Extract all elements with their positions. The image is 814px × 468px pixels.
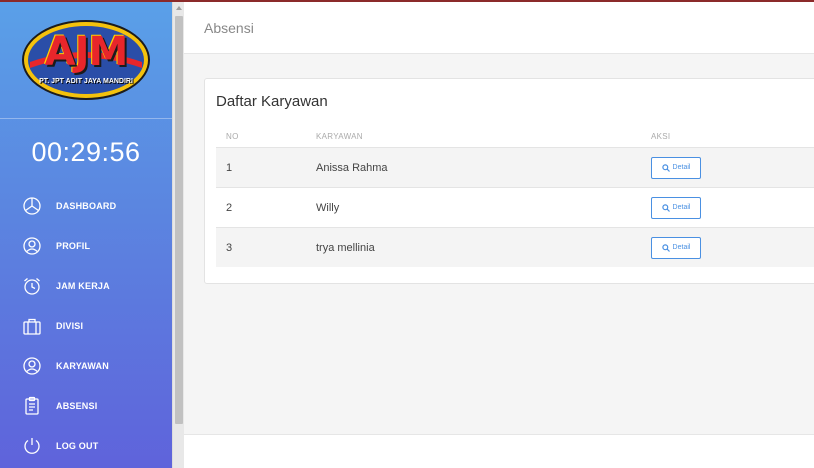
- column-header-aksi: AKSI: [651, 131, 671, 141]
- main-content: Absensi Daftar Karyawan NO KARYAWAN AKSI…: [184, 2, 814, 468]
- action-cell: Detail: [649, 156, 814, 179]
- power-icon: [22, 436, 42, 456]
- column-header-karyawan: KARYAWAN: [316, 131, 363, 141]
- sidebar-item-profil[interactable]: PROFIL: [0, 226, 172, 266]
- employee-list-card: Daftar Karyawan NO KARYAWAN AKSI 1 Aniss…: [204, 78, 814, 284]
- sidebar-item-dashboard[interactable]: DASHBOARD: [0, 186, 172, 226]
- sidebar-item-divisi[interactable]: DIVISI: [0, 306, 172, 346]
- employee-name: Anissa Rahma: [316, 161, 388, 174]
- sidebar-item-label: LOG OUT: [56, 441, 99, 451]
- sidebar-item-label: JAM KERJA: [56, 281, 110, 291]
- row-number: 3: [226, 241, 233, 254]
- scroll-up-arrow-icon[interactable]: [176, 6, 182, 10]
- clock-display: 00:29:56: [31, 137, 141, 167]
- user-circle-icon: [22, 356, 42, 376]
- sidebar-item-label: KARYAWAN: [56, 361, 109, 371]
- detail-button[interactable]: Detail: [651, 156, 701, 179]
- page-footer: [184, 434, 814, 468]
- search-icon: [661, 163, 670, 172]
- row-number: 1: [226, 161, 233, 174]
- action-cell: Detail: [649, 236, 814, 259]
- row-number: 2: [226, 201, 233, 214]
- detail-button-label: Detail: [672, 164, 691, 171]
- sidebar-scrollbar[interactable]: [172, 2, 184, 468]
- logo-subtitle: PT. JPT ADIT JAYA MANDIRI: [39, 78, 133, 85]
- search-icon: [661, 203, 670, 212]
- logo-area: AJM PT. JPT ADIT JAYA MANDIRI: [0, 2, 172, 119]
- card-title: Daftar Karyawan: [216, 93, 328, 110]
- clipboard-icon: [22, 396, 42, 416]
- scrollbar-thumb[interactable]: [175, 16, 183, 424]
- detail-button-label: Detail: [672, 204, 691, 211]
- logo-text: AJM: [44, 29, 129, 75]
- page-header: Absensi: [184, 2, 814, 54]
- sidebar-item-absensi[interactable]: ABSENSI: [0, 386, 172, 426]
- sidebar-item-karyawan[interactable]: KARYAWAN: [0, 346, 172, 386]
- sidebar-item-label: DASHBOARD: [56, 201, 117, 211]
- table-row: 2 Willy Detail: [216, 187, 814, 227]
- pie-chart-icon: [22, 196, 42, 216]
- alarm-clock-icon: [22, 276, 42, 296]
- detail-button[interactable]: Detail: [651, 196, 701, 219]
- sidebar-item-label: ABSENSI: [56, 401, 98, 411]
- action-cell: Detail: [649, 196, 814, 219]
- user-circle-icon: [22, 236, 42, 256]
- table-header: NO KARYAWAN AKSI: [216, 125, 814, 147]
- sidebar-item-log-out[interactable]: LOG OUT: [0, 426, 172, 466]
- table-row: 1 Anissa Rahma Detail: [216, 147, 814, 187]
- column-header-no: NO: [226, 131, 239, 141]
- employee-name: trya mellinia: [316, 241, 375, 254]
- detail-button[interactable]: Detail: [651, 236, 701, 259]
- app-window: AJM PT. JPT ADIT JAYA MANDIRI 00:29:56 D…: [0, 0, 814, 468]
- detail-button-label: Detail: [672, 244, 691, 251]
- sidebar-item-jam-kerja[interactable]: JAM KERJA: [0, 266, 172, 306]
- search-icon: [661, 243, 670, 252]
- employee-table: NO KARYAWAN AKSI 1 Anissa Rahma Detail 2…: [216, 125, 814, 267]
- sidebar-item-label: PROFIL: [56, 241, 91, 251]
- company-logo[interactable]: AJM PT. JPT ADIT JAYA MANDIRI: [20, 18, 152, 102]
- page-title: Absensi: [204, 19, 254, 36]
- sidebar: AJM PT. JPT ADIT JAYA MANDIRI 00:29:56 D…: [0, 2, 172, 468]
- sidebar-nav: DASHBOARD PROFIL JAM KERJA DIVISI KARYAW…: [0, 186, 172, 466]
- briefcase-icon: [22, 316, 42, 336]
- table-row: 3 trya mellinia Detail: [216, 227, 814, 267]
- sidebar-item-label: DIVISI: [56, 321, 84, 331]
- employee-name: Willy: [316, 201, 340, 214]
